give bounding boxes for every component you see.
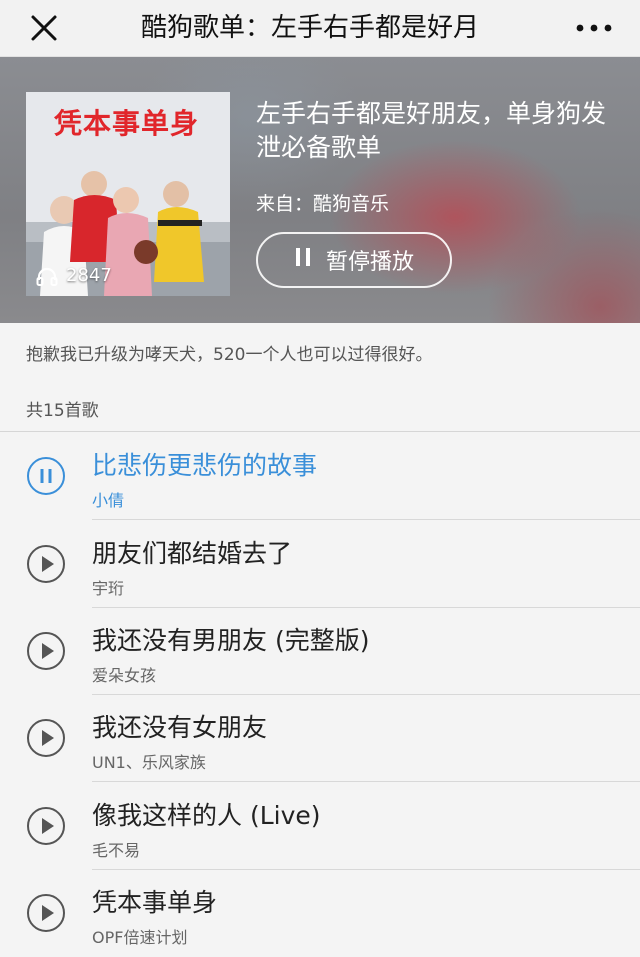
listen-count: 2847 xyxy=(36,265,112,286)
playlist-cover[interactable]: 凭本事单身 2847 xyxy=(26,92,230,296)
song-item[interactable]: 比悲伤更悲伤的故事 小倩 xyxy=(0,432,640,520)
song-play-icon[interactable] xyxy=(26,631,66,671)
playlist-title: 左手右手都是好朋友，单身狗发泄必备歌单 xyxy=(256,99,607,162)
song-artist: 小倩 xyxy=(92,491,125,510)
pause-button[interactable]: 暂停播放 xyxy=(256,232,452,288)
more-dots-icon[interactable] xyxy=(574,10,614,46)
pause-button-label: 暂停播放 xyxy=(325,250,414,275)
close-icon[interactable] xyxy=(26,10,62,46)
listen-count-value: 2847 xyxy=(66,265,112,286)
song-item[interactable]: 我还没有女朋友 UN1、乐风家族 xyxy=(0,694,640,782)
song-title: 我还没有男朋友 (完整版) xyxy=(92,626,370,655)
song-pause-icon[interactable] xyxy=(26,456,66,496)
song-play-icon[interactable] xyxy=(26,544,66,584)
song-play-icon[interactable] xyxy=(26,806,66,846)
song-artist: 宇珩 xyxy=(92,579,125,598)
song-item[interactable]: 像我这样的人 (Live) 毛不易 xyxy=(0,782,640,870)
playlist-header: 凭本事单身 2847 左手右手都是好朋友，单身狗发泄必备歌单 来自：酷狗音乐 暂… xyxy=(0,57,640,323)
song-title: 朋友们都结婚去了 xyxy=(92,539,293,568)
top-nav-bar: 酷狗歌单：左手右手都是好月 xyxy=(0,0,640,57)
song-title: 比悲伤更悲伤的故事 xyxy=(92,451,318,480)
song-title: 凭本事单身 xyxy=(92,888,218,917)
playlist-source[interactable]: 来自：酷狗音乐 xyxy=(256,189,389,216)
page-title: 酷狗歌单：左手右手都是好月 xyxy=(140,13,479,43)
song-item[interactable]: 朋友们都结婚去了 宇珩 xyxy=(0,520,640,608)
headphones-icon xyxy=(36,266,58,286)
song-artist: 爱朵女孩 xyxy=(92,666,157,685)
song-artist: 毛不易 xyxy=(92,841,141,860)
song-item[interactable]: 凭本事单身 OPF倍速计划 xyxy=(0,869,640,957)
playlist-description: 抱歉我已升级为哮天犬，520一个人也可以过得很好。 xyxy=(26,345,433,365)
song-title: 像我这样的人 (Live) xyxy=(92,801,321,830)
song-artist: UN1、乐风家族 xyxy=(92,753,206,772)
song-play-icon[interactable] xyxy=(26,893,66,933)
song-count: 共15首歌 xyxy=(26,401,99,421)
pause-icon xyxy=(294,246,312,274)
song-title: 我还没有女朋友 xyxy=(92,713,268,742)
song-play-icon[interactable] xyxy=(26,718,66,758)
song-artist: OPF倍速计划 xyxy=(92,928,188,947)
song-item[interactable]: 我还没有男朋友 (完整版) 爱朵女孩 xyxy=(0,607,640,695)
cover-title-text: 凭本事单身 xyxy=(54,107,200,140)
